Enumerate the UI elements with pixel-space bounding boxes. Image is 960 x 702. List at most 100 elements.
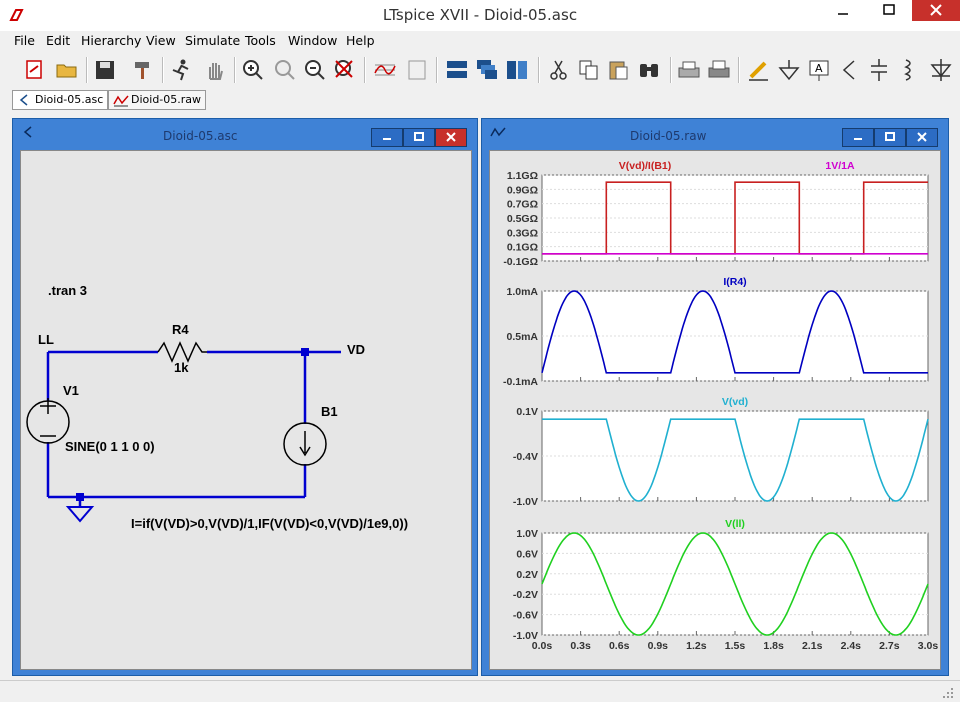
v1-name[interactable]: V1 [63, 383, 79, 398]
tile-vertical-icon[interactable] [504, 57, 530, 83]
hammer-icon[interactable] [130, 57, 156, 83]
schematic-canvas[interactable]: .tran 3 LL VD R4 1k V1 SINE(0 1 1 0 0) B… [20, 150, 472, 670]
ground-symbol[interactable] [65, 506, 95, 523]
cut-icon[interactable] [546, 57, 572, 83]
waveform-plots[interactable]: 1.1GΩ 0.9GΩ 0.7GΩ 0.5GΩ 0.3GΩ 0.1GΩ -0.1GΩ V(vd… [490, 151, 940, 669]
tab-waveform-label: Dioid-05.raw [131, 93, 202, 106]
y-tick-label: -0.4V [513, 451, 538, 463]
menu-bar: File Edit Hierarchy View Simulate Tools … [0, 31, 960, 53]
zoom-out-icon[interactable] [302, 57, 328, 83]
waveform-minimize-button[interactable] [842, 128, 874, 147]
resize-grip-icon[interactable] [942, 687, 954, 699]
y-tick-label: 1.1GΩ [507, 170, 538, 182]
waveform-maximize-button[interactable] [874, 128, 906, 147]
schematic-close-button[interactable] [435, 128, 467, 147]
x-tick-label: 0.3s [570, 640, 591, 652]
save-icon[interactable] [92, 57, 118, 83]
menu-help[interactable]: Help [346, 33, 375, 48]
y-tick-label: 0.9GΩ [507, 184, 538, 196]
menu-edit[interactable]: Edit [46, 33, 70, 48]
menu-hierarchy[interactable]: Hierarchy [81, 33, 141, 48]
cascade-icon[interactable] [474, 57, 500, 83]
y-tick-label: -0.6V [513, 610, 538, 622]
waveform-icon [113, 95, 129, 107]
trace-label[interactable]: V(ll) [725, 518, 745, 530]
y-tick-label: 0.1GΩ [507, 242, 538, 254]
x-tick-label: 1.5s [725, 640, 746, 652]
y-tick-label: 0.6V [516, 548, 538, 560]
tab-waveform[interactable]: Dioid-05.raw [108, 90, 207, 110]
new-schematic-icon[interactable] [22, 57, 48, 83]
vertical-autorange-icon[interactable] [404, 57, 430, 83]
waveform-canvas[interactable]: 1.1GΩ 0.9GΩ 0.7GΩ 0.5GΩ 0.3GΩ 0.1GΩ -0.1GΩ V(vd… [489, 150, 941, 670]
schematic-icon [19, 94, 28, 106]
document-tabs: Dioid-05.asc Dioid-05.raw [0, 88, 960, 111]
y-tick-label: 0.1V [516, 406, 538, 418]
diode-icon[interactable] [928, 57, 954, 83]
waveform-window-title: Dioid-05.raw [630, 129, 707, 143]
x-tick-label: 2.4s [841, 640, 862, 652]
zoom-full-icon[interactable] [272, 57, 298, 83]
y-tick-label: 0.3GΩ [507, 227, 538, 239]
ground-icon[interactable] [776, 57, 802, 83]
window-title: LTspice XVII - Dioid-05.asc [382, 6, 578, 24]
b1-name[interactable]: B1 [321, 404, 338, 419]
run-icon[interactable] [168, 57, 194, 83]
b1-expression[interactable]: I=if(V(VD)>0,V(VD)/1,IF(V(VD)<0,V(VD)/1e… [131, 516, 408, 531]
label-net-icon[interactable]: A [806, 57, 832, 83]
mdi-area: Dioid-05.asc .tran 3 LL VD R4 1k V1 SINE… [0, 110, 960, 680]
zoom-cancel-icon[interactable] [332, 57, 358, 83]
menu-view[interactable]: View [146, 33, 176, 48]
resistor-r4[interactable] [157, 341, 207, 363]
x-tick-label: 1.8s [763, 640, 784, 652]
print-icon[interactable] [676, 57, 702, 83]
r4-value[interactable]: 1k [174, 360, 188, 375]
menu-simulate[interactable]: Simulate [185, 33, 240, 48]
resistor-icon[interactable] [836, 57, 862, 83]
trace-label[interactable]: I(R4) [723, 276, 746, 288]
menu-tools[interactable]: Tools [245, 33, 276, 48]
open-folder-icon[interactable] [54, 57, 80, 83]
hand-icon[interactable] [202, 57, 228, 83]
waveform-icon [490, 127, 506, 137]
y-tick-label: 0.5GΩ [507, 213, 538, 225]
net-label-ll[interactable]: LL [38, 332, 54, 347]
x-tick-label: 3.0s [918, 640, 939, 652]
trace-label[interactable]: V(vd)/I(B1) [619, 160, 672, 172]
minimize-button[interactable] [820, 0, 866, 21]
paste-icon[interactable] [606, 57, 632, 83]
menu-window[interactable]: Window [288, 33, 337, 48]
x-tick-label: 1.2s [686, 640, 707, 652]
trace-label[interactable]: 1V/1A [825, 160, 855, 172]
capacitor-icon[interactable] [866, 57, 892, 83]
y-tick-label: -1.0V [513, 496, 538, 508]
title-bar: LTspice XVII - Dioid-05.asc [0, 0, 960, 31]
schematic-minimize-button[interactable] [371, 128, 403, 147]
tab-schematic[interactable]: Dioid-05.asc [12, 90, 109, 110]
schematic-maximize-button[interactable] [403, 128, 435, 147]
tran-directive[interactable]: .tran 3 [48, 283, 87, 298]
junction-dot [301, 348, 309, 356]
inductor-icon[interactable] [896, 57, 922, 83]
copy-icon[interactable] [576, 57, 602, 83]
zoom-in-icon[interactable] [240, 57, 266, 83]
v1-value[interactable]: SINE(0 1 1 0 0) [65, 439, 155, 454]
y-tick-label: 0.2V [516, 569, 538, 581]
y-tick-label: 0.7GΩ [507, 199, 538, 211]
waveform-close-button[interactable] [906, 128, 938, 147]
y-tick-label: 0.5mA [506, 331, 538, 343]
maximize-button[interactable] [866, 0, 912, 21]
trace-label[interactable]: V(vd) [722, 396, 748, 408]
print-setup-icon[interactable] [706, 57, 732, 83]
close-button[interactable] [912, 0, 960, 21]
draw-wire-icon[interactable] [746, 57, 772, 83]
menu-file[interactable]: File [14, 33, 35, 48]
y-tick-label: -0.1mA [503, 376, 538, 388]
status-bar [0, 680, 960, 702]
tile-horizontal-icon[interactable] [444, 57, 470, 83]
net-label-vd[interactable]: VD [347, 342, 365, 357]
schematic-icon [23, 126, 32, 138]
r4-name[interactable]: R4 [172, 322, 189, 337]
autorange-icon[interactable] [372, 57, 398, 83]
find-icon[interactable] [636, 57, 662, 83]
